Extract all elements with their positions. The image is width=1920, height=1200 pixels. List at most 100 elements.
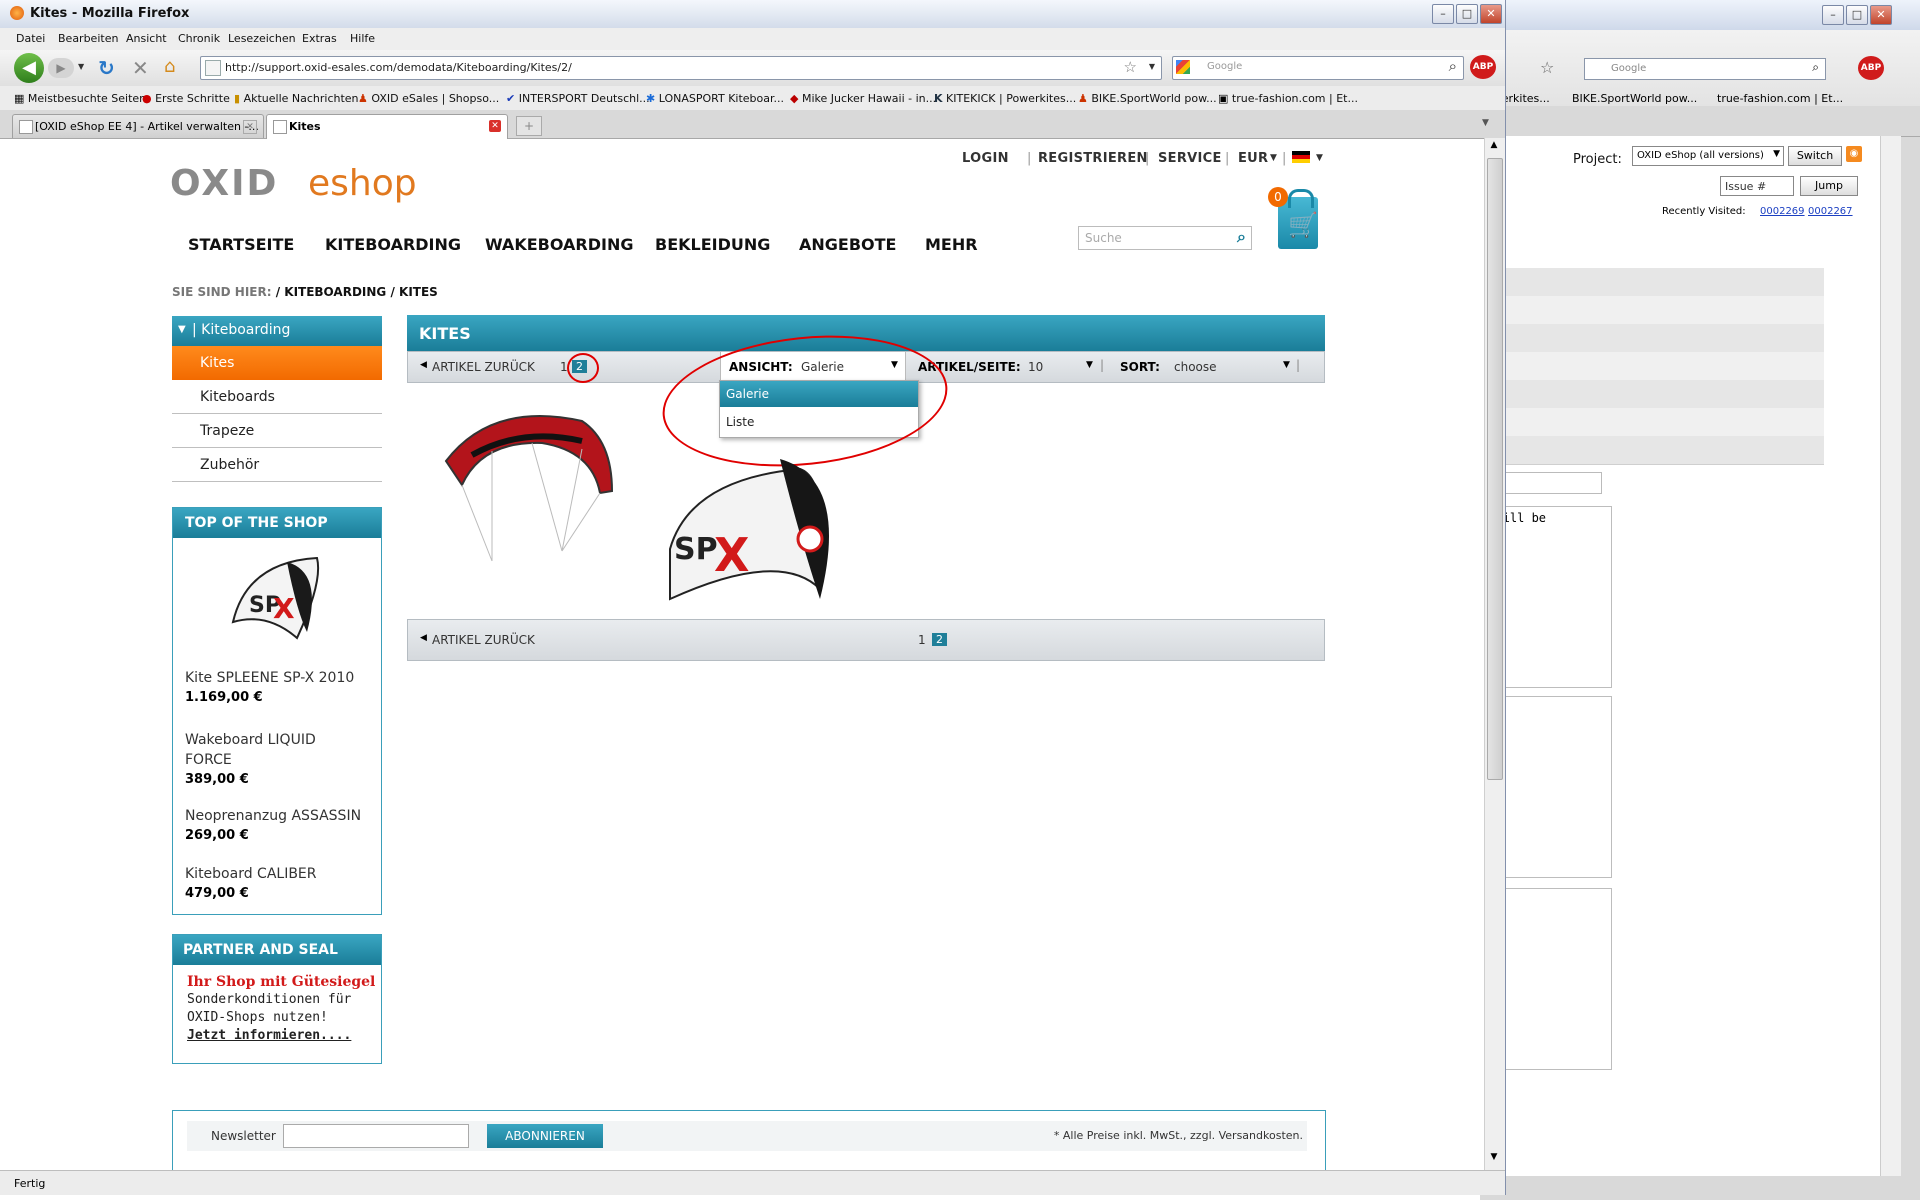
chevron-up-icon[interactable]: ▲: [1487, 140, 1501, 154]
sort-select[interactable]: choose: [1174, 360, 1217, 374]
menu-hilfe[interactable]: Hilfe: [350, 32, 375, 45]
close-button[interactable]: ✕: [1480, 4, 1502, 24]
search-icon[interactable]: ⌕: [1237, 227, 1246, 247]
subscribe-button[interactable]: ABONNIEREN: [487, 1124, 603, 1148]
product-image-kite-1[interactable]: [432, 401, 622, 571]
back-link[interactable]: ARTIKEL ZURÜCK: [432, 360, 535, 374]
back-arrow-icon[interactable]: ◀: [14, 53, 44, 83]
bookmark-item[interactable]: K KITEKICK | Powerkites...: [934, 92, 1076, 105]
abp-icon[interactable]: ABP: [1470, 55, 1496, 79]
scrollbar-thumb[interactable]: [1487, 158, 1503, 780]
top-item[interactable]: Neoprenanzug ASSASSIN 269,00 €: [185, 808, 375, 843]
nav-angebote[interactable]: ANGEBOTE: [799, 235, 896, 254]
product-image-kite-2[interactable]: SP X: [660, 439, 860, 629]
bg-maximize-button[interactable]: □: [1846, 5, 1868, 25]
search-icon[interactable]: ⌕: [1449, 57, 1457, 75]
bg-bookmark[interactable]: BIKE.SportWorld pow...: [1572, 92, 1697, 105]
google-icon[interactable]: [1176, 60, 1190, 74]
back-link[interactable]: ARTIKEL ZURÜCK: [432, 633, 535, 647]
rss-icon[interactable]: ◉: [1846, 146, 1862, 162]
menu-datei[interactable]: Datei: [16, 32, 45, 45]
bookmark-item[interactable]: ◆ Mike Jucker Hawaii - in...: [790, 92, 936, 105]
stop-icon[interactable]: ✕: [132, 56, 149, 80]
nav-wakeboarding[interactable]: WAKEBOARDING: [485, 235, 633, 254]
top-item[interactable]: Wakeboard LIQUID FORCE 389,00 €: [185, 730, 345, 787]
bg-project-select[interactable]: OXID eShop (all versions) ▼: [1632, 146, 1784, 166]
bg-jump-button[interactable]: Jump: [1800, 176, 1858, 196]
category-header[interactable]: ▼ | Kiteboarding: [172, 316, 382, 346]
category-kiteboards[interactable]: Kiteboards: [172, 380, 382, 414]
category-trapeze[interactable]: Trapeze: [172, 414, 382, 448]
nav-startseite[interactable]: STARTSEITE: [188, 235, 294, 254]
cart-icon[interactable]: 🛒 0: [1268, 187, 1320, 251]
bg-search-icon[interactable]: ⌕: [1812, 60, 1819, 75]
logo-eshop[interactable]: eshop: [308, 163, 417, 204]
tab-kites[interactable]: Kites ✕: [266, 114, 508, 139]
home-icon[interactable]: ⌂: [164, 56, 175, 77]
page-scrollbar[interactable]: ▲ ▼: [1484, 138, 1505, 1170]
maximize-button[interactable]: □: [1456, 4, 1478, 24]
service-link[interactable]: SERVICE: [1158, 151, 1222, 166]
logo-oxid[interactable]: OXID: [170, 163, 278, 204]
bg-star-icon[interactable]: ☆: [1540, 58, 1554, 77]
nav-bekleidung[interactable]: BEKLEIDUNG: [655, 235, 770, 254]
forward-arrow-icon[interactable]: ▶: [48, 58, 74, 78]
chevron-down-icon[interactable]: ▼: [1283, 360, 1290, 370]
bookmark-item[interactable]: ● Erste Schritte: [142, 92, 230, 105]
shop-search-input[interactable]: Suche ⌕: [1078, 226, 1252, 250]
tab-close-icon[interactable]: ✕: [243, 120, 257, 134]
bookmark-item[interactable]: ▦ Meistbesuchte Seiten: [14, 92, 146, 105]
menu-extras[interactable]: Extras: [302, 32, 337, 45]
bookmark-item[interactable]: ✔ INTERSPORT Deutschl...: [506, 92, 650, 105]
bookmark-item[interactable]: ▣ true-fashion.com | Et...: [1218, 92, 1358, 105]
bookmark-item[interactable]: ♟ BIKE.SportWorld pow...: [1078, 92, 1217, 105]
menu-bearbeiten[interactable]: Bearbeiten: [58, 32, 118, 45]
new-tab-button[interactable]: +: [516, 116, 542, 136]
bg-abp-icon[interactable]: ABP: [1858, 56, 1884, 80]
partner-link[interactable]: Jetzt informieren....: [187, 1027, 375, 1045]
category-kites[interactable]: Kites: [172, 346, 382, 380]
bg-close-button[interactable]: ✕: [1870, 5, 1892, 25]
tab-close-icon[interactable]: ✕: [489, 120, 501, 132]
url-dropdown-icon[interactable]: ▼: [1149, 62, 1155, 71]
bookmark-item[interactable]: ♟ OXID eSales | Shopso...: [358, 92, 499, 105]
bg-scrollbar[interactable]: [1880, 136, 1901, 1176]
top-product-image[interactable]: SP X: [227, 552, 327, 648]
history-dropdown-icon[interactable]: ▼: [78, 62, 84, 71]
bookmark-star-icon[interactable]: ☆: [1124, 58, 1137, 76]
recent-issue-link[interactable]: 0002267: [1808, 206, 1853, 217]
chevron-down-icon[interactable]: ▼: [1086, 360, 1093, 370]
menu-chronik[interactable]: Chronik: [178, 32, 220, 45]
menu-lesezeichen[interactable]: Lesezeichen: [228, 32, 296, 45]
per-page-select[interactable]: 10: [1028, 360, 1043, 374]
nav-mehr[interactable]: MEHR: [925, 235, 978, 254]
top-item[interactable]: Kiteboard CALIBER 479,00 €: [185, 866, 375, 901]
menu-ansicht[interactable]: Ansicht: [126, 32, 167, 45]
newsletter-email-input[interactable]: [283, 1124, 469, 1148]
chevron-down-icon[interactable]: ▼: [1487, 1152, 1501, 1166]
german-flag-icon[interactable]: [1292, 151, 1310, 163]
url-input[interactable]: http://support.oxid-esales.com/demodata/…: [200, 56, 1162, 80]
page-2-active[interactable]: 2: [932, 633, 947, 646]
nav-kiteboarding[interactable]: KITEBOARDING: [325, 235, 461, 254]
recent-issue-link[interactable]: 0002269: [1760, 206, 1805, 217]
login-link[interactable]: LOGIN: [962, 151, 1009, 166]
tab-list-icon[interactable]: ▼: [1482, 118, 1489, 128]
bookmark-item[interactable]: ▮ Aktuelle Nachrichten: [234, 92, 359, 105]
tab-artikel-verwalten[interactable]: [OXID eShop EE 4] - Artikel verwalten -.…: [12, 114, 264, 138]
search-input[interactable]: Google ⌕: [1172, 56, 1464, 80]
minimize-button[interactable]: –: [1432, 4, 1454, 24]
bg-bookmark[interactable]: true-fashion.com | Et...: [1717, 92, 1843, 105]
reload-icon[interactable]: ↻: [98, 56, 115, 80]
breadcrumb-path[interactable]: / KITEBOARDING / KITES: [276, 285, 438, 299]
bg-minimize-button[interactable]: –: [1822, 5, 1844, 25]
bookmark-item[interactable]: ✱ LONASPORT Kiteboar...: [646, 92, 784, 105]
page-1-link[interactable]: 1: [918, 633, 926, 647]
currency-select[interactable]: EUR: [1238, 151, 1268, 166]
bg-switch-button[interactable]: Switch: [1788, 146, 1842, 166]
register-link[interactable]: REGISTRIEREN: [1038, 151, 1148, 166]
bg-issue-input[interactable]: Issue #: [1720, 176, 1794, 196]
category-zubehoer[interactable]: Zubehör: [172, 448, 382, 482]
top-item[interactable]: Kite SPLEENE SP-X 2010 1.169,00 €: [185, 670, 375, 705]
bg-search-input[interactable]: Google ⌕: [1584, 58, 1826, 80]
